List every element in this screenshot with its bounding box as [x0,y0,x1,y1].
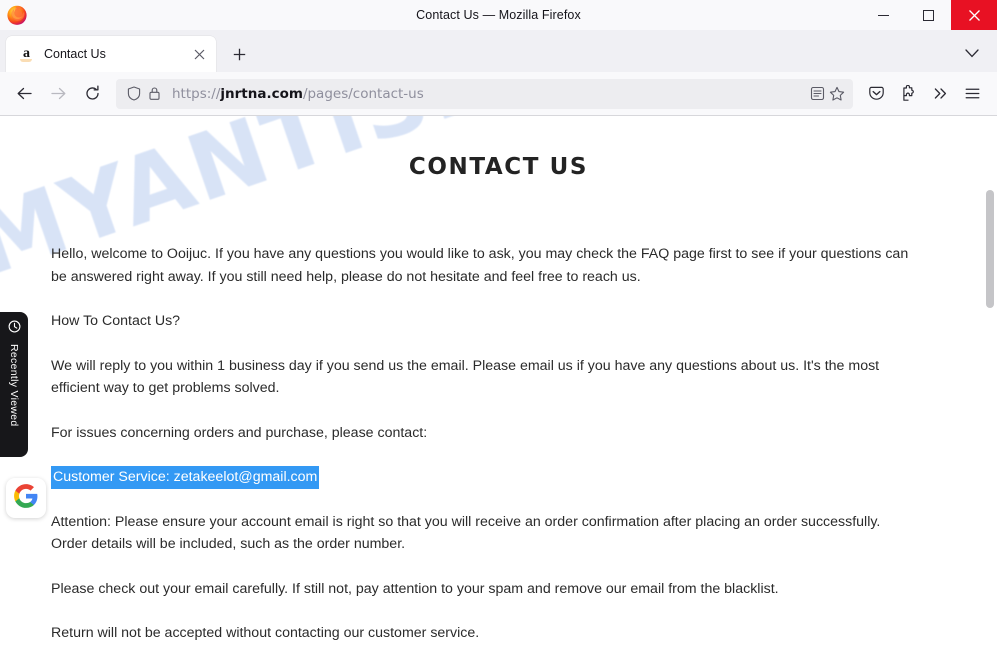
url-text[interactable]: https://jnrtna.com/pages/contact-us [172,86,807,102]
paragraph-attention: Attention: Please ensure your account em… [51,513,881,553]
tab-close-icon[interactable] [188,43,210,65]
tab-title: Contact Us [44,47,106,61]
amazon-favicon-icon: a [18,46,35,63]
google-g-icon [13,483,39,514]
window-controls [861,0,997,30]
paragraph-orders-contact: For issues concerning orders and purchas… [51,424,428,441]
customer-service-email-selected[interactable]: Customer Service: zetakeelot@gmail.com [51,466,320,489]
reader-view-icon[interactable] [807,84,827,104]
page-scrollbar-track[interactable] [983,116,997,653]
page-title: CONTACT US [408,154,589,180]
back-button-arrow-left-icon[interactable] [8,78,40,110]
tab-strip: a Contact Us [0,31,997,72]
extensions-puzzle-icon[interactable] [893,78,923,110]
url-scheme: https:// [172,85,221,102]
google-widget-button[interactable] [6,478,46,518]
address-bar-actions [807,84,847,104]
list-all-tabs-chevron-down-icon[interactable] [957,38,987,68]
url-path: /pages/contact-us [302,85,424,102]
url-host: jnrtna.com [220,85,303,102]
recently-viewed-tab[interactable]: Recently Viewed [0,312,28,457]
paragraph-return-policy: Return will not be accepted without cont… [51,625,480,641]
forward-button-arrow-right-icon[interactable] [42,78,74,110]
new-tab-button[interactable] [224,39,254,69]
window-title: Contact Us — Mozilla Firefox [416,8,581,22]
title-bar: Contact Us — Mozilla Firefox [0,0,997,31]
toolbar-right-actions [861,78,989,110]
selected-email-line-wrapper: Customer Service: zetakeelot@gmail.com [51,466,919,511]
paragraph-intro: Hello, welcome to Ooijuc. If you have an… [51,246,909,285]
navigation-toolbar: https://jnrtna.com/pages/contact-us [0,72,997,116]
firefox-logo-icon [5,3,29,27]
clock-icon [8,320,21,338]
close-button[interactable] [951,0,997,30]
minimize-button[interactable] [861,0,906,30]
bookmark-star-icon[interactable] [827,84,847,104]
lock-icon[interactable] [144,84,164,104]
pocket-icon[interactable] [861,78,891,110]
browser-window: Contact Us — Mozilla Firefox a Contact U… [0,0,997,653]
address-bar[interactable]: https://jnrtna.com/pages/contact-us [116,78,853,109]
reload-button-icon[interactable] [76,78,108,110]
recently-viewed-label: Recently Viewed [8,344,20,427]
paragraph-how-to-contact: How To Contact Us? [51,313,181,329]
paragraph-spam-check: Please check out your email carefully. I… [51,580,779,597]
page-body: Hello, welcome to Ooijuc. If you have an… [0,180,997,645]
page-content: CONTACT US Hello, welcome to Ooijuc. If … [0,154,997,645]
paragraph-reply-time: We will reply to you within 1 business d… [51,357,880,397]
page-viewport: MYANTISPYWARE.COM CONTACT US Hello, welc… [0,116,997,653]
overflow-chevrons-right-icon[interactable] [925,78,955,110]
tab-contact-us[interactable]: a Contact Us [6,36,216,72]
page-scrollbar-thumb[interactable] [986,190,994,308]
maximize-button[interactable] [906,0,951,30]
shield-icon[interactable] [124,84,144,104]
app-menu-hamburger-icon[interactable] [957,78,987,110]
